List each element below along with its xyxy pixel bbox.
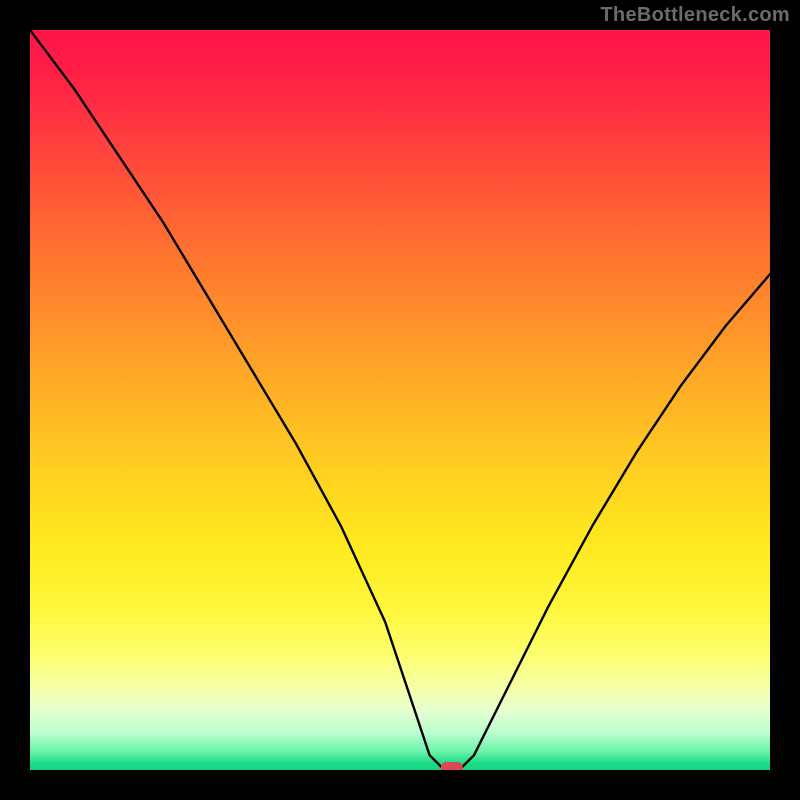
- bottleneck-curve-svg: [30, 30, 770, 770]
- curve-minimum-marker: [441, 762, 463, 770]
- watermark-text: TheBottleneck.com: [600, 4, 790, 27]
- chart-frame: TheBottleneck.com: [0, 0, 800, 800]
- plot-area: [30, 30, 770, 770]
- bottleneck-curve-line: [30, 30, 770, 770]
